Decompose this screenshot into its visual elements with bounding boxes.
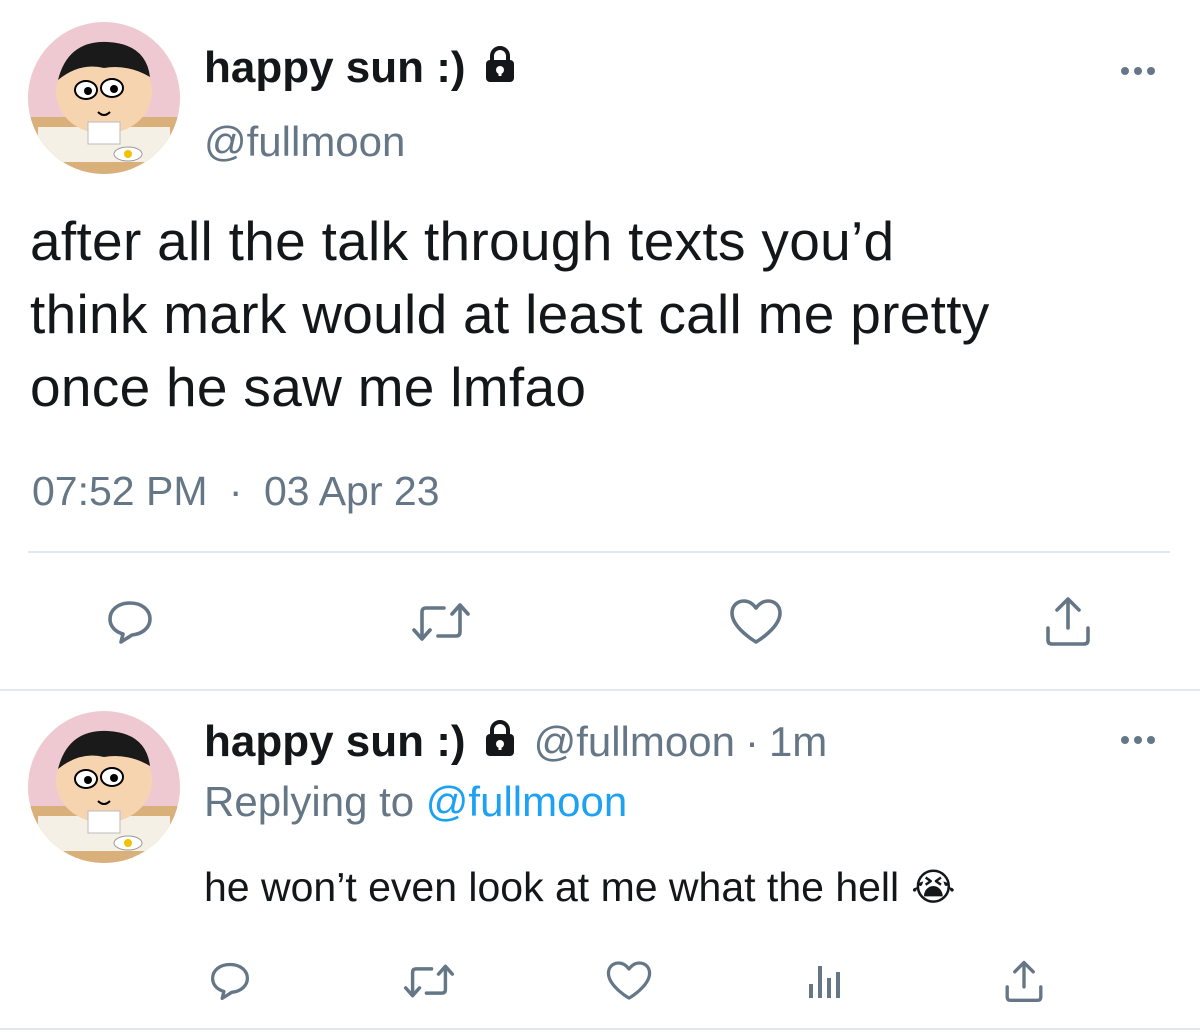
replying-to: Replying to @fullmoon — [204, 778, 627, 826]
divider — [0, 689, 1200, 691]
tweet-time[interactable]: 07:52 PM — [32, 468, 208, 514]
more-options-icon[interactable] — [1118, 64, 1158, 83]
reply-text-body: he won’t even look at me what the hell — [204, 864, 900, 910]
reply-text: he won’t even look at me what the hell 😭 — [204, 864, 956, 911]
reply-button[interactable] — [204, 958, 256, 1004]
share-icon — [1005, 960, 1043, 1002]
divider — [0, 1028, 1200, 1030]
tweet-text-line: once he saw me lmfao — [30, 356, 587, 418]
analytics-button[interactable] — [800, 958, 848, 1004]
replying-to-handle[interactable]: @fullmoon — [426, 778, 627, 825]
more-options-icon[interactable] — [1118, 733, 1158, 752]
tweet-text-line: after all the talk through texts you’d — [30, 210, 895, 272]
tweet-text-line: think mark would at least call me pretty — [30, 283, 990, 345]
meta-separator: · — [228, 468, 243, 514]
reply-icon — [108, 601, 152, 644]
tweet-timestamp[interactable]: 07:52 PM · 03 Apr 23 — [32, 468, 440, 515]
loudly-crying-emoji: 😭 — [911, 867, 956, 909]
avatar[interactable] — [28, 711, 180, 863]
retweet-button[interactable] — [398, 958, 460, 1004]
author-handle[interactable]: @fullmoon — [204, 121, 405, 163]
meta-separator: · — [744, 718, 759, 765]
share-button[interactable] — [998, 956, 1050, 1006]
reply-author-line: happy sun :) @fullmoon · 1m — [204, 718, 827, 766]
share-icon — [1046, 597, 1090, 646]
reply-button[interactable] — [100, 596, 160, 648]
like-button[interactable] — [724, 596, 788, 648]
like-icon — [606, 961, 652, 1000]
retweet-button[interactable] — [406, 596, 476, 648]
author-name-text[interactable]: happy sun :) — [204, 46, 466, 90]
like-button[interactable] — [602, 958, 656, 1004]
tweet-text: after all the talk through texts you’d t… — [30, 205, 990, 424]
lock-icon — [480, 44, 520, 92]
analytics-icon — [809, 966, 840, 998]
share-button[interactable] — [1038, 592, 1098, 650]
like-icon — [730, 599, 782, 644]
retweet-icon — [403, 964, 455, 998]
retweet-icon — [412, 603, 470, 641]
avatar[interactable] — [28, 22, 180, 174]
tweet-date[interactable]: 03 Apr 23 — [264, 468, 440, 514]
reply-icon — [210, 962, 250, 1001]
divider — [28, 551, 1170, 553]
replying-to-label: Replying to — [204, 778, 415, 825]
author-name[interactable]: happy sun :) — [204, 44, 520, 92]
tweet-age[interactable]: 1m — [769, 721, 827, 763]
author-name-text[interactable]: happy sun :) — [204, 720, 466, 764]
author-handle[interactable]: @fullmoon — [534, 721, 735, 763]
lock-icon — [480, 718, 520, 766]
